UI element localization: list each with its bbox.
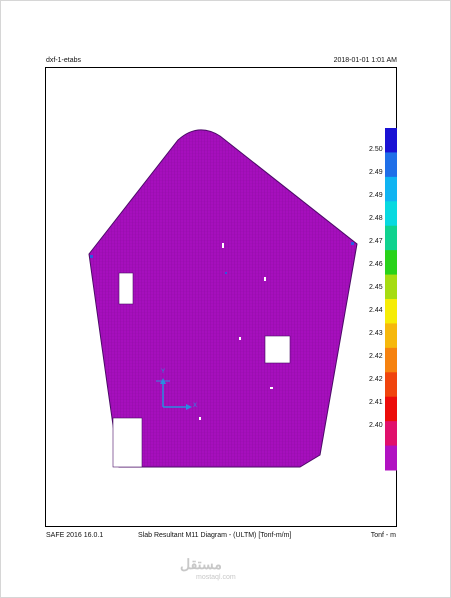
legend-swatch — [385, 299, 397, 324]
diagram-title: Slab Resultant M11 Diagram - (ULTM) [Ton… — [138, 532, 292, 539]
edge-mark — [225, 272, 227, 274]
legend-color-bar — [385, 128, 397, 471]
opening-1 — [118, 272, 134, 305]
spot — [270, 387, 273, 389]
legend-swatch — [385, 445, 397, 471]
legend-value: 2.43 — [369, 330, 383, 337]
spot — [199, 417, 201, 420]
legend-value: 2.44 — [369, 307, 383, 314]
legend-value: 2.49 — [369, 169, 383, 176]
legend-swatch — [385, 225, 397, 251]
legend-value: 2.46 — [369, 261, 383, 268]
opening-3 — [112, 417, 143, 468]
legend-swatch — [385, 152, 397, 178]
legend-swatch — [385, 128, 397, 153]
watermark-url: mostaql.com — [196, 574, 236, 581]
units: Tonf - m — [370, 532, 396, 539]
legend-value: 2.40 — [369, 422, 383, 429]
axis-y-label: Y — [161, 369, 166, 375]
legend-swatch — [385, 323, 397, 349]
edge-mark — [90, 255, 93, 258]
legend-value: 2.47 — [369, 238, 383, 245]
spot — [264, 277, 266, 281]
spot — [222, 243, 224, 248]
legend-value: 2.45 — [369, 284, 383, 291]
slab-diagram — [88, 128, 397, 471]
legend-value: 2.50 — [369, 146, 383, 153]
legend-value: 2.49 — [369, 192, 383, 199]
spot — [239, 337, 241, 340]
legend-swatch — [385, 396, 397, 422]
opening-2 — [264, 335, 291, 364]
legend-swatch — [385, 176, 397, 202]
legend-value: 2.41 — [369, 399, 383, 406]
edge-mark — [351, 242, 354, 245]
legend-swatch — [385, 347, 397, 373]
program-version: SAFE 2016 16.0.1 — [46, 532, 104, 539]
legend-swatch — [385, 201, 397, 227]
legend-value: 2.42 — [369, 376, 383, 383]
legend-swatch — [385, 421, 397, 447]
legend-swatch — [385, 372, 397, 398]
legend-swatch — [385, 274, 397, 300]
legend-value: 2.48 — [369, 215, 383, 222]
legend-swatch — [385, 250, 397, 276]
watermark-logo: مستقل — [180, 556, 222, 572]
legend-value: 2.42 — [369, 353, 383, 360]
axis-x-label: X — [193, 403, 198, 409]
